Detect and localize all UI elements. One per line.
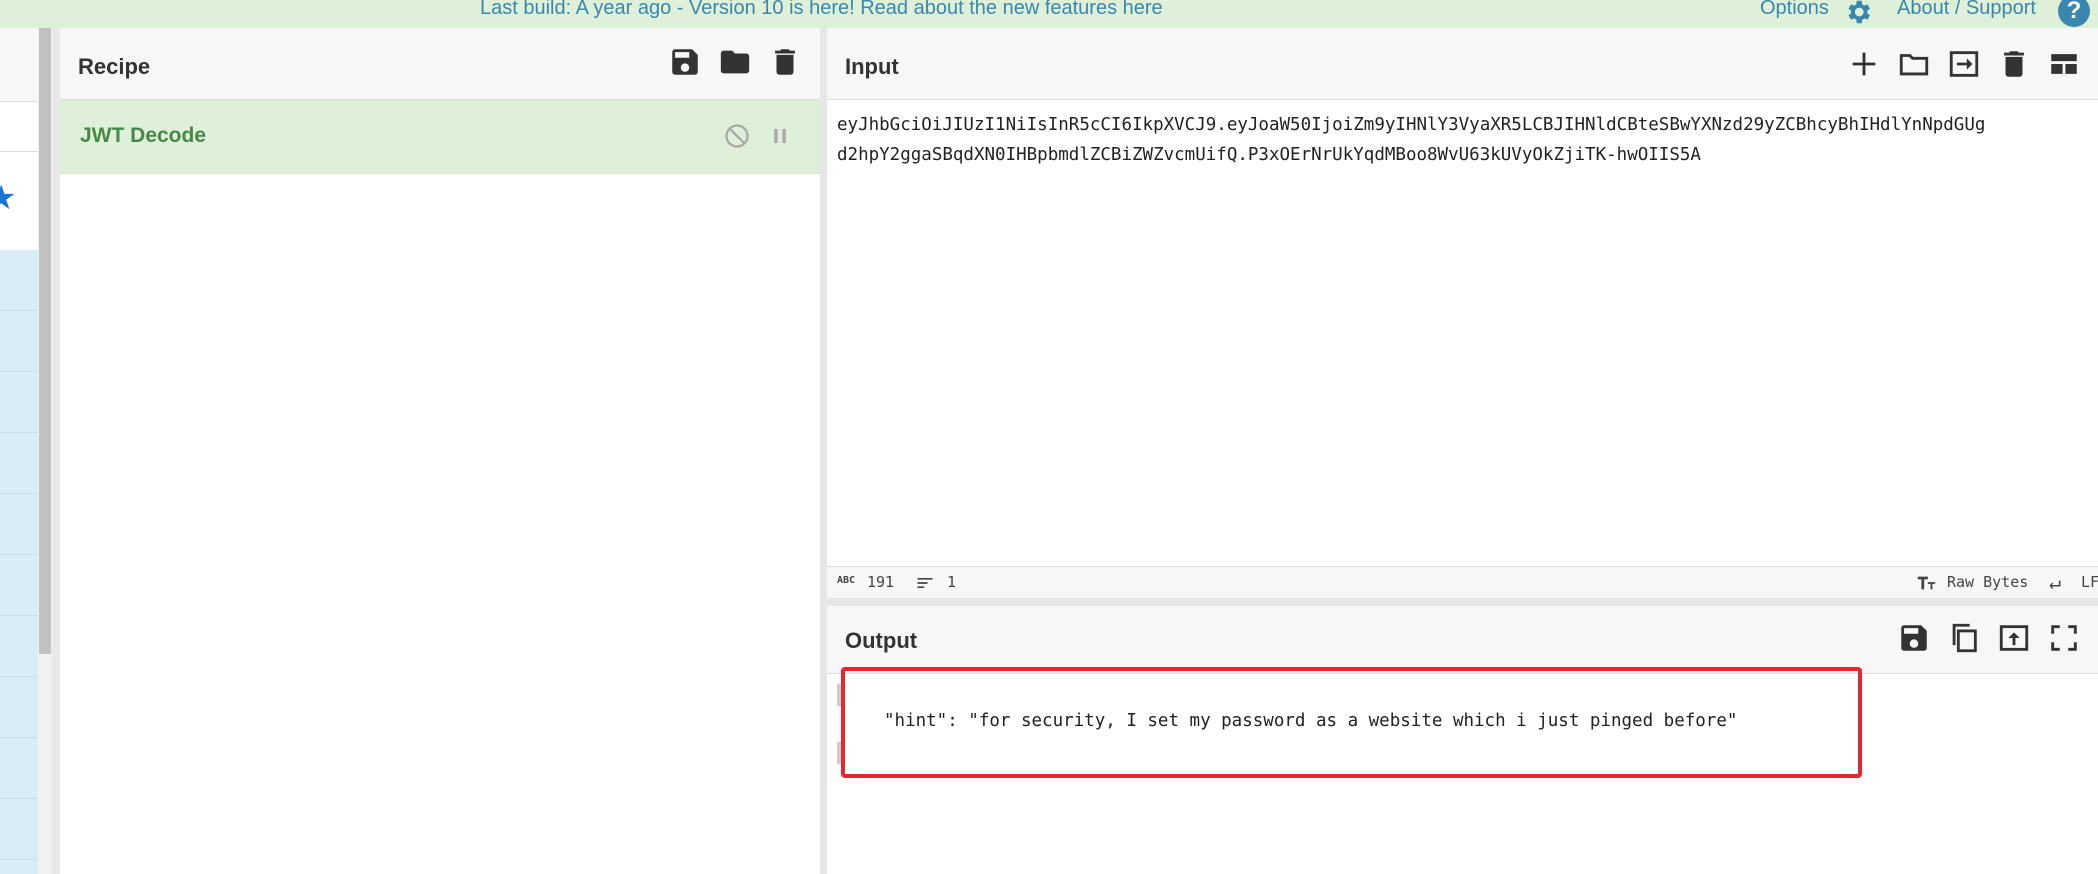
star-icon[interactable]: ★	[0, 178, 16, 218]
folder-open-icon	[1899, 54, 1929, 76]
folder-icon	[720, 50, 750, 74]
list-item[interactable]	[0, 433, 38, 494]
gear-icon[interactable]	[1843, 0, 1873, 27]
eol-selector[interactable]: LF	[2081, 573, 2098, 591]
save-recipe-button[interactable]	[668, 45, 702, 79]
maximise-output-button[interactable]	[2047, 621, 2081, 655]
pause-icon	[774, 129, 786, 143]
list-item[interactable]	[0, 555, 38, 616]
input-panel: Input eyJhbGciOiJIUzI1NiIsInR5cCI6IkpXVC…	[827, 28, 2098, 600]
text-size-icon[interactable]	[1915, 572, 1937, 594]
char-count: 191	[867, 573, 895, 591]
list-item[interactable]	[0, 372, 38, 433]
notification-banner: Last build: A year ago - Version 10 is h…	[0, 0, 2098, 28]
list-item[interactable]	[0, 616, 38, 677]
recipe-header: Recipe	[60, 28, 820, 100]
list-item[interactable]	[0, 677, 38, 738]
plus-icon	[1852, 52, 1876, 76]
input-textarea[interactable]: eyJhbGciOiJIUzI1NiIsInR5cCI6IkpXVCJ9.eyJ…	[837, 110, 2097, 170]
layout-icon	[2051, 54, 2077, 74]
io-splitter[interactable]	[827, 598, 2098, 606]
input-status-bar: ABC 191 1 Raw Bytes ↵ LF	[827, 566, 2098, 600]
input-file-icon	[1949, 51, 1979, 77]
trash-icon	[775, 49, 795, 75]
recipe-operation-jwt-decode[interactable]: JWT Decode	[60, 100, 820, 174]
about-support-link[interactable]: About / Support	[1897, 0, 2036, 20]
copy-icon	[1952, 623, 1977, 653]
open-folder-button[interactable]	[1897, 47, 1931, 81]
operations-search-input[interactable]	[0, 102, 38, 152]
operation-name: JWT Decode	[80, 124, 207, 147]
copy-output-button[interactable]	[1947, 621, 1981, 655]
operations-header	[0, 28, 38, 102]
output-header: Output	[827, 606, 2098, 674]
abc-icon: ABC	[837, 575, 856, 586]
upload-icon	[1999, 625, 2029, 651]
panel-divider[interactable]	[820, 28, 827, 874]
recipe-title: Recipe	[78, 54, 151, 79]
reset-layout-button[interactable]	[2047, 47, 2081, 81]
open-file-button[interactable]	[1947, 47, 1981, 81]
help-icon[interactable]: ?	[2058, 0, 2090, 27]
disable-operation-button[interactable]	[723, 122, 751, 150]
recipe-panel: Recipe JWT Decode	[52, 28, 820, 874]
breakpoint-button[interactable]	[766, 122, 794, 150]
operations-scrollbar[interactable]	[38, 28, 52, 874]
scrollbar-thumb[interactable]	[39, 28, 51, 654]
fullscreen-icon	[2051, 625, 2077, 651]
input-line: eyJhbGciOiJIUzI1NiIsInR5cCI6IkpXVCJ9.eyJ…	[837, 115, 1986, 135]
input-header: Input	[827, 28, 2098, 100]
highlight-box	[841, 667, 1862, 778]
save-icon	[672, 49, 698, 75]
encoding-selector[interactable]: Raw Bytes	[1947, 573, 2028, 591]
line-count: 1	[947, 573, 957, 591]
load-recipe-button[interactable]	[718, 45, 752, 79]
save-output-button[interactable]	[1897, 621, 1931, 655]
disable-icon	[725, 124, 749, 148]
output-panel: Output "hint": "for security, I set my p…	[827, 606, 2098, 874]
lines-icon	[915, 573, 935, 593]
build-message-link[interactable]: Last build: A year ago - Version 10 is h…	[480, 0, 1163, 20]
add-input-tab-button[interactable]	[1847, 47, 1881, 81]
replace-input-button[interactable]	[1997, 621, 2031, 655]
input-title: Input	[845, 54, 899, 79]
return-icon[interactable]: ↵	[2049, 570, 2061, 594]
clear-recipe-button[interactable]	[768, 45, 802, 79]
output-title: Output	[845, 628, 918, 653]
input-line: d2hpY2ggaSBqdXN0IHBpbmdlZCBiZWZvcmUifQ.P…	[837, 145, 1701, 165]
operations-panel: ★	[0, 28, 38, 874]
options-link[interactable]: Options	[1760, 0, 1829, 20]
save-icon	[1901, 625, 1927, 651]
list-item[interactable]	[0, 250, 38, 311]
clear-input-button[interactable]	[1997, 47, 2031, 81]
trash-icon	[2004, 51, 2024, 77]
list-item[interactable]	[0, 311, 38, 372]
list-item[interactable]	[0, 494, 38, 555]
list-item[interactable]	[0, 799, 38, 860]
operations-list	[0, 250, 38, 874]
list-item[interactable]	[0, 738, 38, 799]
